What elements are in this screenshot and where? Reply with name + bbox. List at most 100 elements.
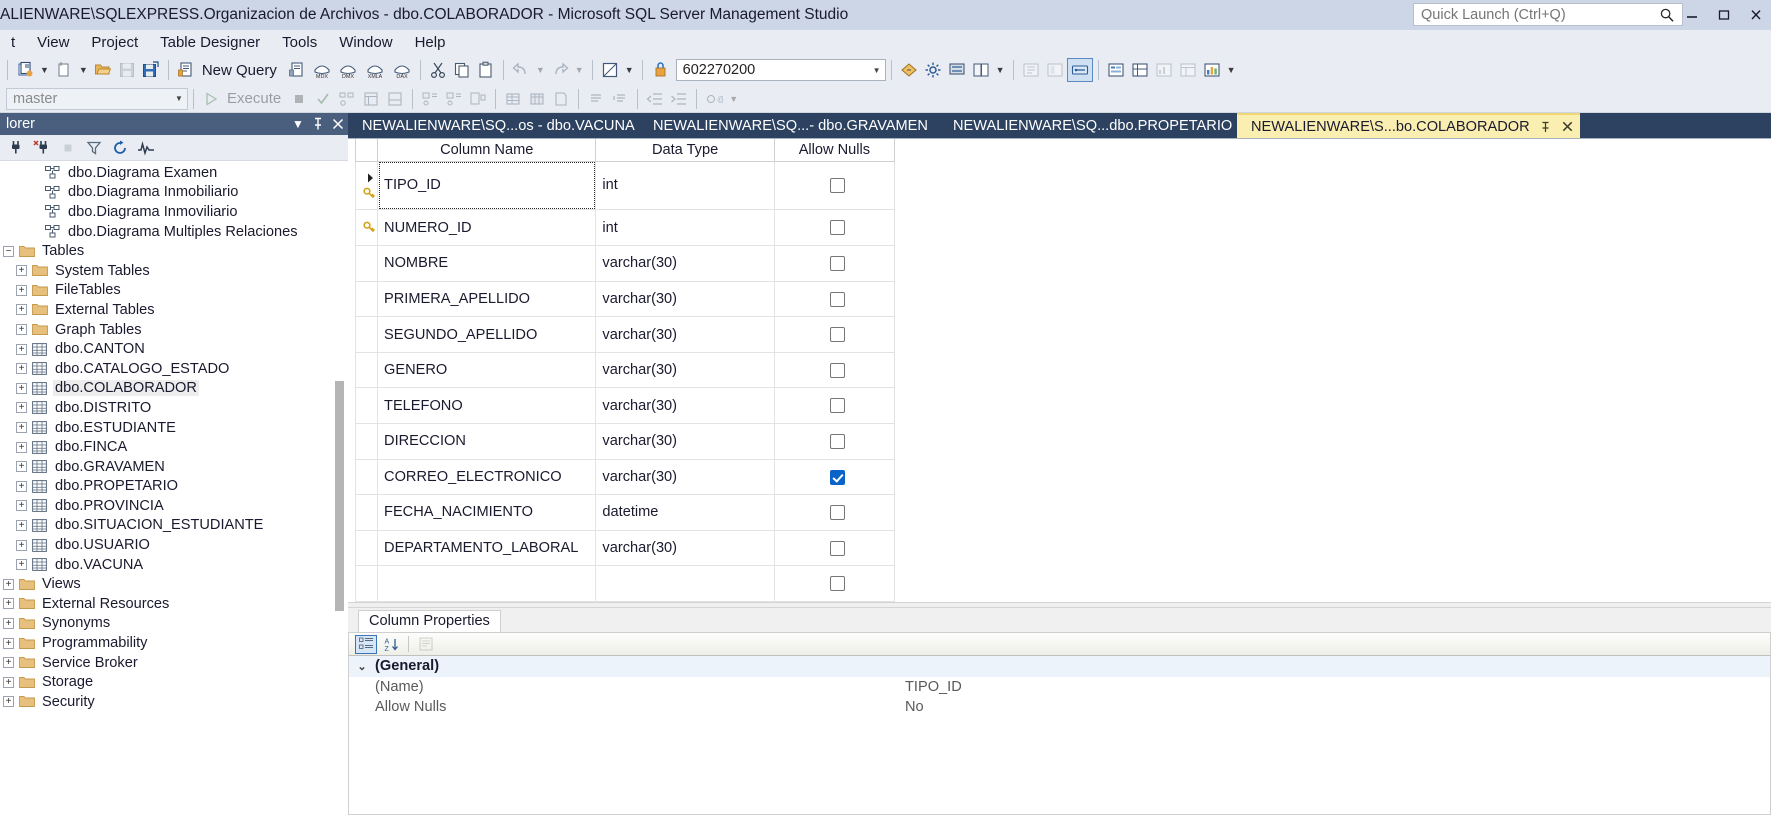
tree-item-dbo-colaborador[interactable]: + dbo.COLABORADOR xyxy=(0,379,348,399)
refresh-icon[interactable] xyxy=(108,137,132,159)
property-row[interactable]: (Name) TIPO_ID xyxy=(349,677,1770,698)
data-type-cell[interactable]: varchar(30) xyxy=(595,352,775,389)
pin-icon[interactable] xyxy=(1539,121,1552,133)
tab-gravamen[interactable]: NEWALIENWARE\SQ...- dbo.GRAVAMEN xyxy=(639,113,939,138)
expand-plus-icon[interactable]: + xyxy=(0,655,17,671)
expand-plus-icon[interactable]: + xyxy=(13,361,30,377)
database-diagram-icon[interactable] xyxy=(1176,58,1200,82)
template-explorer-icon[interactable] xyxy=(969,58,993,82)
allow-nulls-cell[interactable] xyxy=(773,316,896,353)
disconnect-icon[interactable] xyxy=(30,137,54,159)
new-item-dropdown-icon[interactable]: ▼ xyxy=(76,65,91,75)
undo-icon[interactable] xyxy=(509,58,533,82)
search-icon[interactable] xyxy=(1656,8,1678,22)
column-name-header[interactable]: Column Name xyxy=(377,139,597,162)
expand-plus-icon[interactable]: + xyxy=(13,282,30,298)
expand-plus-icon[interactable]: + xyxy=(0,615,17,631)
data-type-cell[interactable] xyxy=(595,565,775,602)
row-selector[interactable] xyxy=(354,494,379,531)
toolbar-overflow-icon[interactable]: ▼ xyxy=(1224,65,1239,75)
quick-launch-box[interactable] xyxy=(1413,3,1683,26)
tree-item-external-tables[interactable]: + External Tables xyxy=(0,300,348,320)
tree-item-tables[interactable]: − Tables xyxy=(0,241,348,261)
close-button[interactable] xyxy=(1749,8,1763,22)
tree-item-service-broker[interactable]: + Service Broker xyxy=(0,653,348,673)
paste-icon[interactable] xyxy=(474,58,498,82)
activity-monitor-icon[interactable] xyxy=(134,137,158,159)
table-row[interactable]: NOMBRE varchar(30) xyxy=(354,245,896,282)
allow-nulls-cell[interactable] xyxy=(773,245,896,282)
property-group-row[interactable]: ⌄ (General) xyxy=(349,656,1770,677)
menu-item-file[interactable]: t xyxy=(0,32,26,53)
table-row[interactable]: SEGUNDO_APELLIDO varchar(30) xyxy=(354,316,896,353)
new-analysis-services-mdx-query-icon[interactable]: MDX xyxy=(309,58,335,82)
data-type-cell[interactable]: datetime xyxy=(595,494,775,531)
row-selector[interactable] xyxy=(354,352,379,389)
column-name-cell[interactable]: TIPO_ID xyxy=(377,161,597,211)
expand-plus-icon[interactable]: + xyxy=(0,596,17,612)
chevron-down-icon[interactable]: ▼ xyxy=(288,114,308,134)
column-name-cell[interactable]: CORREO_ELECTRONICO xyxy=(377,459,597,496)
tree-item-filetables[interactable]: + FileTables xyxy=(0,281,348,301)
allow-nulls-checkbox[interactable] xyxy=(829,433,845,449)
data-type-cell[interactable]: int xyxy=(595,161,775,211)
column-name-cell[interactable]: TELEFONO xyxy=(377,387,597,424)
property-value[interactable]: TIPO_ID xyxy=(905,679,1770,695)
expand-plus-icon[interactable]: + xyxy=(13,302,30,318)
results-grid-view-icon[interactable] xyxy=(501,87,525,111)
table-row[interactable]: GENERO varchar(30) xyxy=(354,352,896,389)
quick-launch-input[interactable] xyxy=(1414,5,1656,24)
tree-item-dbo-gravamen[interactable]: + dbo.GRAVAMEN xyxy=(0,457,348,477)
tree-item-system-tables[interactable]: + System Tables xyxy=(0,261,348,281)
specify-values-for-template-parameters-icon[interactable]: @ xyxy=(702,87,726,111)
new-query-icon[interactable] xyxy=(174,58,198,82)
chevron-down-icon[interactable]: ▼ xyxy=(869,60,885,80)
registered-servers-icon[interactable] xyxy=(945,58,969,82)
table-row[interactable]: DIRECCION varchar(30) xyxy=(354,423,896,460)
data-type-cell[interactable]: varchar(30) xyxy=(595,459,775,496)
expand-plus-icon[interactable]: + xyxy=(13,341,30,357)
expand-plus-icon[interactable]: + xyxy=(13,263,30,279)
table-row[interactable]: PRIMERA_APELLIDO varchar(30) xyxy=(354,281,896,318)
pin-icon[interactable] xyxy=(308,114,328,134)
column-name-cell[interactable]: PRIMERA_APELLIDO xyxy=(377,281,597,318)
data-type-cell[interactable]: varchar(30) xyxy=(595,530,775,567)
solution-explorer-icon[interactable] xyxy=(1019,58,1043,82)
save-all-icon[interactable] xyxy=(139,58,163,82)
expand-plus-icon[interactable]: + xyxy=(0,576,17,592)
expand-plus-icon[interactable]: + xyxy=(13,420,30,436)
menu-item-tools[interactable]: Tools xyxy=(271,32,328,53)
allow-nulls-cell[interactable] xyxy=(773,352,896,389)
execute-label[interactable]: Execute xyxy=(223,90,281,107)
tree-item-storage[interactable]: + Storage xyxy=(0,672,348,692)
expand-plus-icon[interactable]: + xyxy=(13,557,30,573)
column-name-cell[interactable]: NUMERO_ID xyxy=(377,209,597,247)
expand-plus-icon[interactable]: + xyxy=(13,380,30,396)
expand-plus-icon[interactable]: + xyxy=(0,635,17,651)
tab-propetario[interactable]: NEWALIENWARE\SQ...dbo.PROPETARIO xyxy=(939,113,1237,138)
tree-item-programmability[interactable]: + Programmability xyxy=(0,633,348,653)
include-client-statistics-icon[interactable] xyxy=(383,87,407,111)
maximize-button[interactable] xyxy=(1717,8,1731,22)
allow-nulls-checkbox[interactable] xyxy=(829,576,845,592)
activity-monitor-toolbar-icon[interactable] xyxy=(1152,58,1176,82)
tree-item-dbo-diagrama-multiples-relaciones[interactable]: dbo.Diagrama Multiples Relaciones xyxy=(0,222,348,242)
results-to-text-icon[interactable] xyxy=(418,87,442,111)
results-report-icon[interactable] xyxy=(549,87,573,111)
allow-nulls-cell[interactable] xyxy=(773,459,896,496)
bookmark-window-icon[interactable] xyxy=(1043,58,1067,82)
expand-plus-icon[interactable]: + xyxy=(0,674,17,690)
toggle-window-dropdown-icon[interactable]: ▼ xyxy=(622,65,637,75)
properties-window-icon[interactable] xyxy=(921,58,945,82)
close-icon[interactable] xyxy=(328,114,348,134)
database-lock-icon[interactable] xyxy=(648,58,672,82)
new-analysis-services-xmla-query-icon[interactable]: XMLA xyxy=(361,58,389,82)
tree-item-dbo-canton[interactable]: + dbo.CANTON xyxy=(0,339,348,359)
stop-icon[interactable] xyxy=(56,137,80,159)
tree-item-synonyms[interactable]: + Synonyms xyxy=(0,614,348,634)
menu-item-help[interactable]: Help xyxy=(404,32,457,53)
allow-nulls-checkbox[interactable] xyxy=(829,327,845,343)
comment-icon[interactable] xyxy=(584,87,608,111)
tree-item-dbo-situacion-estudiante[interactable]: + dbo.SITUACION_ESTUDIANTE xyxy=(0,516,348,536)
expand-plus-icon[interactable]: + xyxy=(13,459,30,475)
